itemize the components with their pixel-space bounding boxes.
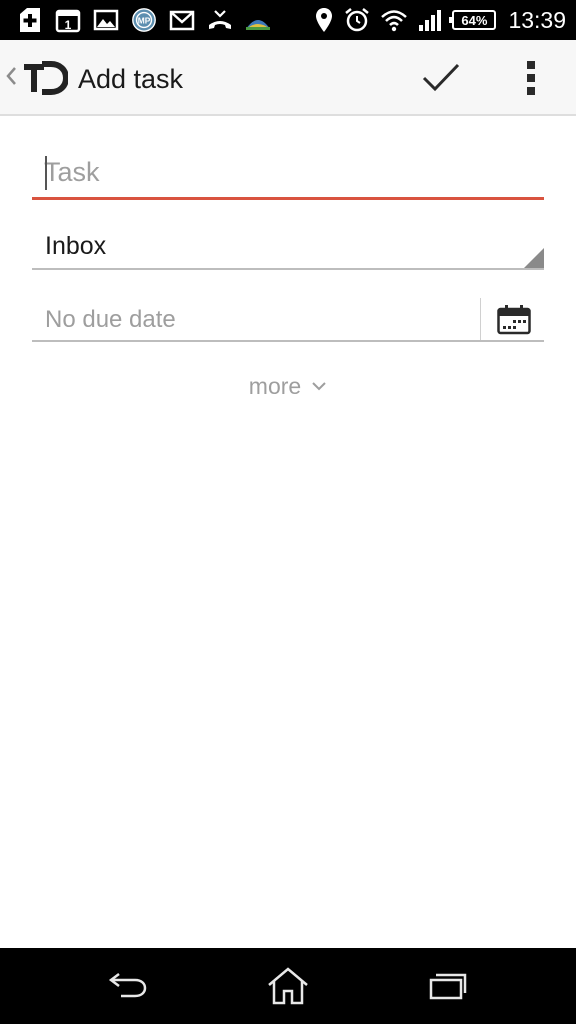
calendar-date-icon: 1 xyxy=(54,6,82,34)
weather-app-icon xyxy=(244,6,272,34)
text-cursor xyxy=(45,156,47,190)
due-date-field xyxy=(32,296,544,342)
date-divider xyxy=(480,298,481,340)
project-selected-value: Inbox xyxy=(45,232,107,260)
missed-call-icon xyxy=(206,6,234,34)
gmail-icon xyxy=(168,6,196,34)
date-picker-button[interactable] xyxy=(492,300,536,340)
checkmark-icon xyxy=(422,63,460,92)
calendar-icon xyxy=(497,305,531,335)
task-field[interactable] xyxy=(32,146,544,200)
more-vertical-icon xyxy=(527,61,535,95)
gallery-icon xyxy=(92,6,120,34)
todoist-logo-icon[interactable] xyxy=(22,60,68,96)
location-pin-icon xyxy=(314,7,334,33)
cell-signal-icon xyxy=(418,8,442,32)
wifi-icon xyxy=(380,8,408,32)
system-status-area: 64% 13:39 xyxy=(304,5,566,35)
app-badge-text: MP xyxy=(138,16,151,26)
nav-back-button[interactable] xyxy=(96,962,160,1010)
up-chevron-icon[interactable] xyxy=(4,64,18,88)
battery-percent: 64% xyxy=(449,10,497,30)
home-icon xyxy=(268,967,308,1005)
app-notification-icon: MP xyxy=(130,6,158,34)
back-arrow-icon xyxy=(108,973,147,998)
status-bar: 1 MP 64% 13:39 xyxy=(0,0,576,40)
nav-recents-button[interactable] xyxy=(416,962,480,1010)
app-bar: Add task xyxy=(0,40,576,116)
due-date-input[interactable] xyxy=(45,304,465,336)
task-input[interactable] xyxy=(44,152,524,192)
dropdown-triangle-icon xyxy=(524,248,544,268)
app-title: Add task xyxy=(78,64,184,94)
chevron-down-icon xyxy=(311,381,327,391)
battery-icon: 64% xyxy=(449,10,497,30)
notification-area: 1 MP xyxy=(16,5,282,35)
more-options-toggle[interactable]: more xyxy=(228,368,348,404)
save-task-button[interactable] xyxy=(418,58,464,98)
calendar-day-text: 1 xyxy=(65,18,72,32)
alarm-clock-icon xyxy=(344,7,370,33)
nav-home-button[interactable] xyxy=(256,962,320,1010)
add-notification-icon xyxy=(16,6,44,34)
overflow-menu-button[interactable] xyxy=(514,56,548,100)
project-spinner[interactable]: Inbox xyxy=(32,224,544,270)
recent-apps-icon xyxy=(429,973,467,1000)
more-label: more xyxy=(248,372,302,399)
navigation-bar xyxy=(0,948,576,1024)
status-clock: 13:39 xyxy=(508,6,566,33)
